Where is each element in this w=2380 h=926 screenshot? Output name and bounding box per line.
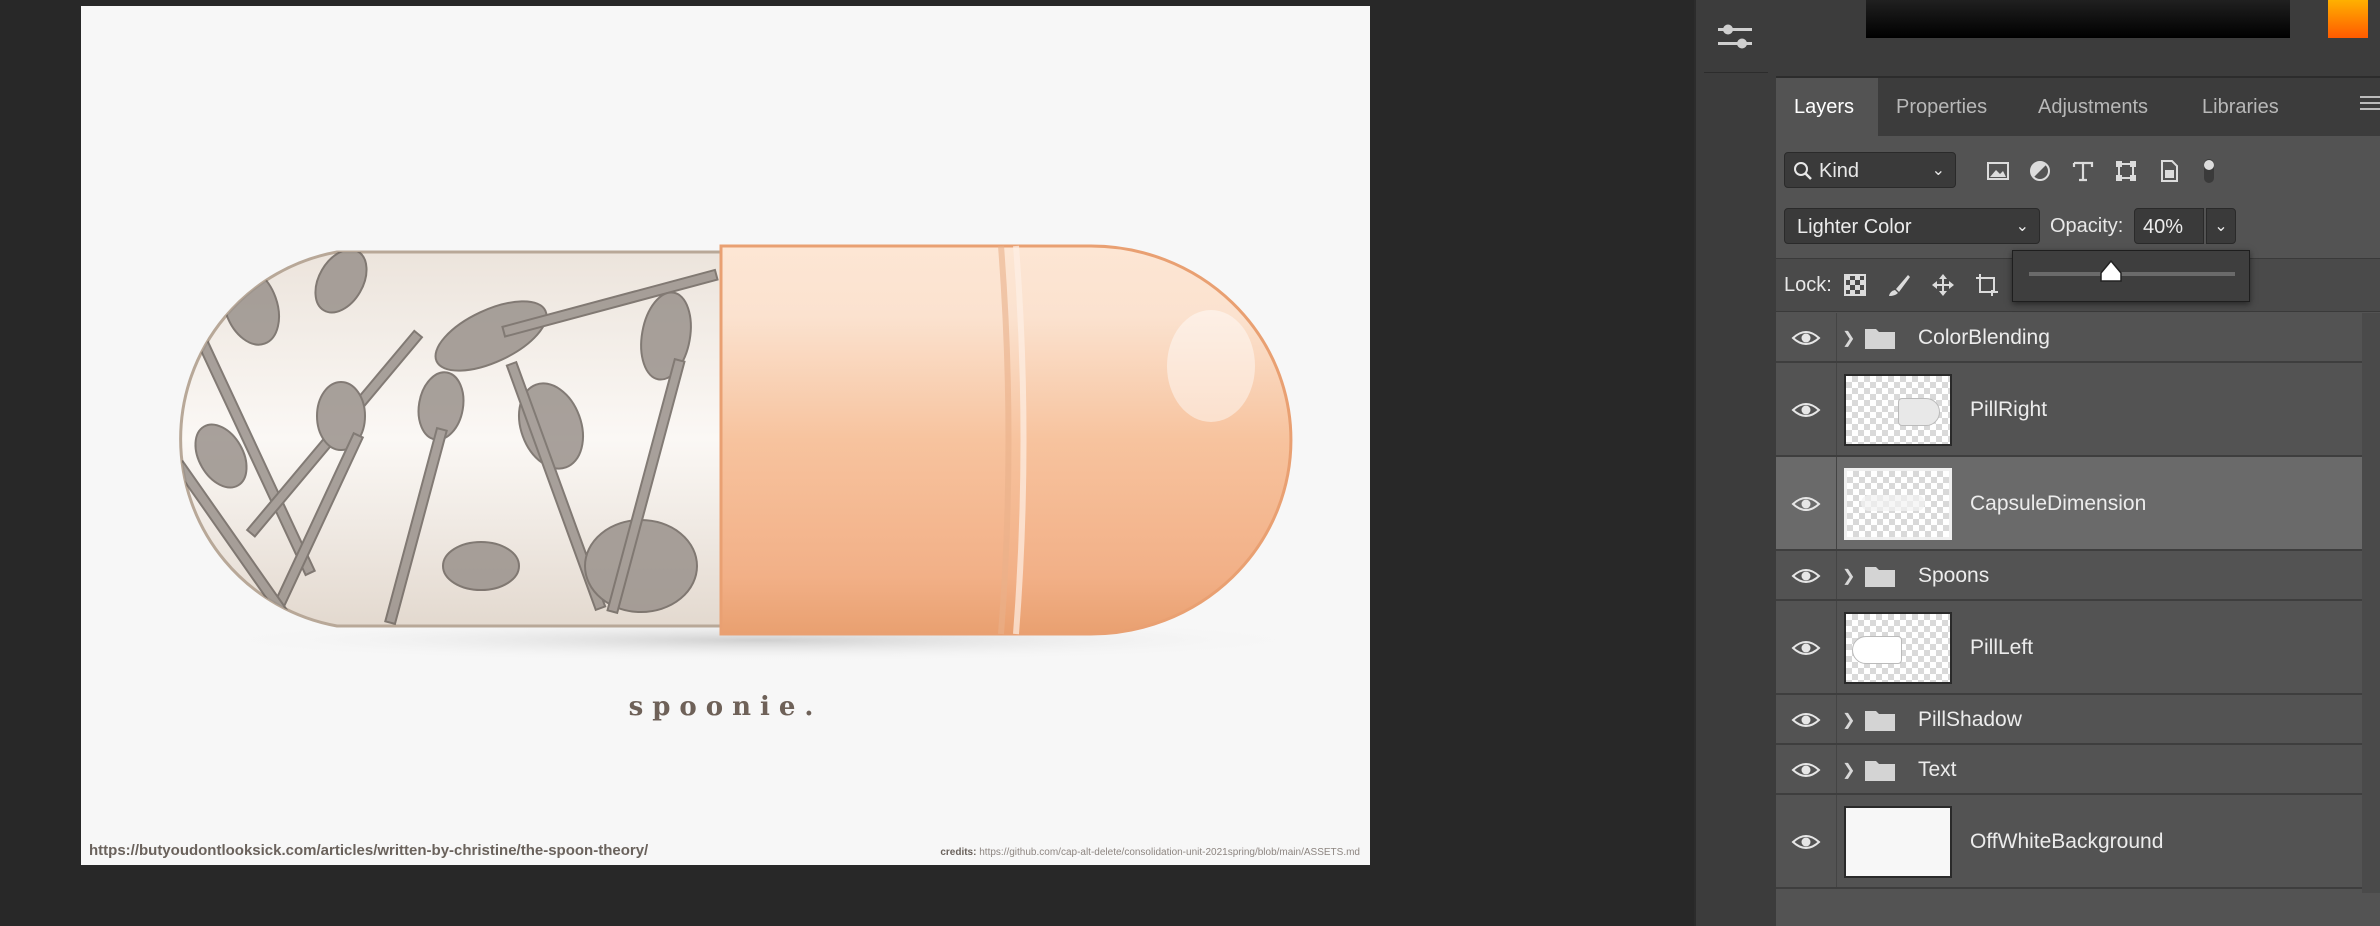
layer-name: PillRight <box>1970 398 2048 421</box>
canvas-gap <box>1660 0 1694 926</box>
layer-row[interactable]: ❯ Spoons <box>1776 551 2362 601</box>
layer-row[interactable]: ❯ Text <box>1776 745 2362 795</box>
tab-layers[interactable]: Layers <box>1776 78 1878 136</box>
eye-icon <box>1791 763 1821 777</box>
layer-filter-select[interactable]: Kind ⌄ <box>1784 152 1956 188</box>
folder-icon <box>1865 761 1895 781</box>
visibility-toggle[interactable] <box>1776 795 1837 887</box>
chevron-right-icon[interactable]: ❯ <box>1842 566 1855 586</box>
strip-divider <box>1704 72 1768 73</box>
opacity-slider-track[interactable] <box>2029 272 2235 276</box>
eye-icon <box>1791 835 1821 849</box>
layer-name: ColorBlending <box>1918 326 2050 349</box>
visibility-toggle[interactable] <box>1776 313 1837 361</box>
lock-image-pixels-icon[interactable] <box>1886 272 1912 298</box>
filter-toggle-icon[interactable] <box>2196 158 2222 184</box>
image-filter-icon[interactable] <box>1985 158 2011 184</box>
visibility-toggle[interactable] <box>1776 457 1837 549</box>
visibility-toggle[interactable] <box>1776 695 1837 743</box>
chevron-down-icon: ⌄ <box>2015 218 2029 235</box>
lock-artboard-icon[interactable] <box>1974 272 2000 298</box>
layers-scrollbar[interactable] <box>2362 313 2380 893</box>
eye-icon <box>1791 331 1821 345</box>
opacity-input[interactable]: 40% <box>2134 208 2204 244</box>
visibility-toggle[interactable] <box>1776 601 1837 693</box>
layers-panel-group: Layers Properties Adjustments Libraries … <box>1776 0 2380 926</box>
lock-label: Lock: <box>1784 274 1832 296</box>
visibility-toggle[interactable] <box>1776 551 1837 599</box>
layer-row[interactable]: PillLeft <box>1776 601 2362 695</box>
opacity-label: Opacity: <box>2050 215 2124 237</box>
chevron-right-icon[interactable]: ❯ <box>1842 710 1855 730</box>
visibility-toggle[interactable] <box>1776 363 1837 455</box>
layer-row[interactable]: ❯ PillShadow <box>1776 695 2362 745</box>
layer-thumbnail[interactable] <box>1844 374 1952 446</box>
layer-row[interactable]: OffWhiteBackground <box>1776 795 2362 889</box>
properties-panel-icon[interactable] <box>1714 16 1756 58</box>
adjustment-filter-icon[interactable] <box>2027 158 2053 184</box>
opacity-slider-popup <box>2012 250 2250 302</box>
layer-row[interactable]: PillRight <box>1776 363 2362 457</box>
layer-name: Text <box>1918 758 1957 781</box>
panel-menu-icon[interactable] <box>2360 96 2380 118</box>
tagline-text: spoonie. <box>628 692 823 722</box>
visibility-toggle[interactable] <box>1776 745 1837 793</box>
credits-text: credits: https://github.com/cap-alt-dele… <box>940 847 1360 858</box>
panel-icon-strip <box>1694 0 1778 926</box>
layer-thumbnail[interactable] <box>1844 468 1952 540</box>
capsule-artwork <box>179 244 1321 662</box>
document-canvas[interactable]: spoonie. https://butyoudontlooksick.com/… <box>81 6 1370 865</box>
chevron-right-icon[interactable]: ❯ <box>1842 328 1855 348</box>
opacity-slider-thumb[interactable] <box>2099 259 2123 283</box>
panel-tabs: Layers Properties Adjustments Libraries <box>1776 78 2380 136</box>
layer-row[interactable]: CapsuleDimension <box>1776 457 2362 551</box>
credits-url: https://github.com/cap-alt-delete/consol… <box>979 847 1360 858</box>
layer-thumbnail[interactable] <box>1844 612 1952 684</box>
color-field[interactable] <box>1866 0 2290 38</box>
layer-row[interactable]: ❯ ColorBlending <box>1776 313 2362 363</box>
layer-name: Spoons <box>1918 564 1990 587</box>
color-panel <box>1776 0 2380 78</box>
tab-properties[interactable]: Properties <box>1878 78 2020 136</box>
lock-position-icon[interactable] <box>1930 272 1956 298</box>
eye-icon <box>1791 641 1821 655</box>
shape-filter-icon[interactable] <box>2113 158 2139 184</box>
hue-slider[interactable] <box>2328 0 2368 38</box>
eye-icon <box>1791 497 1821 511</box>
eye-icon <box>1791 403 1821 417</box>
source-url: https://butyoudontlooksick.com/articles/… <box>89 842 649 859</box>
credits-label: credits: <box>940 847 977 858</box>
opacity-dropdown-button[interactable]: ⌄ <box>2206 208 2236 244</box>
folder-icon <box>1865 329 1895 349</box>
folder-icon <box>1865 711 1895 731</box>
eye-icon <box>1791 569 1821 583</box>
tab-adjustments[interactable]: Adjustments <box>2020 78 2184 136</box>
layer-name: PillShadow <box>1918 708 2022 731</box>
layer-name: CapsuleDimension <box>1970 492 2147 515</box>
lock-transparent-pixels-icon[interactable] <box>1842 272 1868 298</box>
eye-icon <box>1791 713 1821 727</box>
filter-kind-label: Kind <box>1819 160 1860 182</box>
type-filter-icon[interactable] <box>2070 158 2096 184</box>
canvas-area[interactable]: spoonie. https://butyoudontlooksick.com/… <box>0 0 1660 926</box>
smart-object-filter-icon[interactable] <box>2156 158 2182 184</box>
layer-thumbnail[interactable] <box>1844 806 1952 878</box>
blend-mode-select[interactable]: Lighter Color ⌄ <box>1784 208 2040 244</box>
chevron-down-icon: ⌄ <box>1931 162 1945 179</box>
search-icon <box>1794 162 1812 180</box>
folder-icon <box>1865 567 1895 587</box>
layer-name: PillLeft <box>1970 636 2034 659</box>
tab-libraries[interactable]: Libraries <box>2184 78 2312 136</box>
chevron-right-icon[interactable]: ❯ <box>1842 760 1855 780</box>
layer-name: OffWhiteBackground <box>1970 830 2164 853</box>
blend-mode-value: Lighter Color <box>1797 216 1912 238</box>
